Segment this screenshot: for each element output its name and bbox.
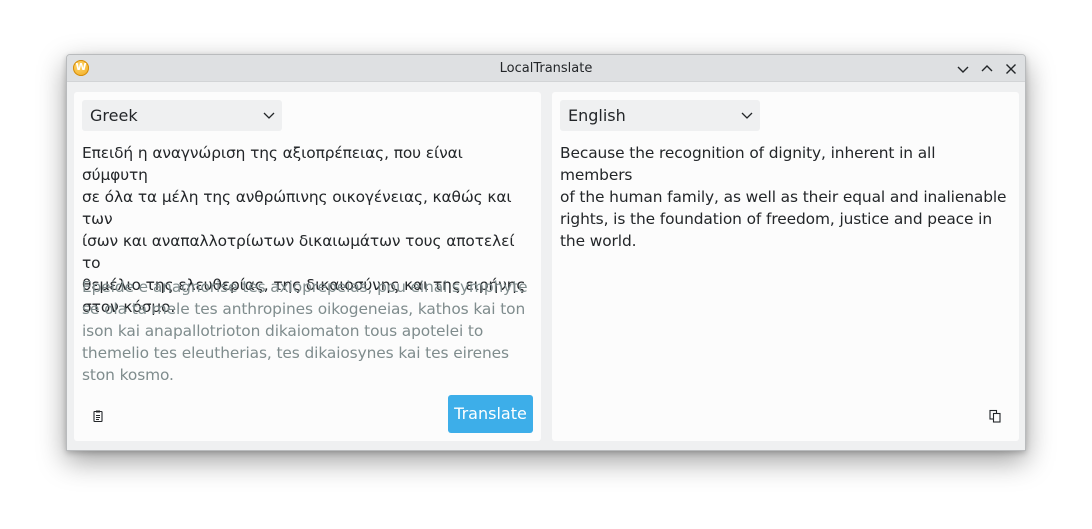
target-panel: English Because the recognition of digni… [552,92,1019,441]
clipboard-icon [93,410,103,423]
app-window: LocalTranslate W Greek Επειδή η αναγνώρι… [66,54,1026,451]
window-title: LocalTranslate [499,61,593,76]
paste-button[interactable] [84,402,112,430]
close-icon [1006,64,1016,74]
target-language-select[interactable]: English [560,100,760,131]
transliteration-text: Epeide e anagnorise tes axioprepeias, po… [82,278,528,384]
copy-button[interactable] [981,402,1009,430]
source-language-select[interactable]: Greek [82,100,282,131]
copy-icon [989,409,1001,423]
source-panel: Greek Επειδή η αναγνώριση της αξιοπρέπει… [74,92,541,441]
source-language-label: Greek [90,106,138,125]
chevron-down-icon [263,112,275,119]
close-button[interactable] [1002,60,1020,78]
translate-button[interactable]: Translate [448,395,533,433]
chevron-down-icon [741,112,753,119]
app-icon[interactable]: W [73,60,89,76]
translated-text[interactable]: Because the recognition of dignity, inhe… [560,142,1009,252]
target-language-label: English [568,106,626,125]
maximize-icon [981,65,993,72]
minimize-button[interactable] [954,60,972,78]
maximize-button[interactable] [978,60,996,78]
minimize-icon [957,66,969,73]
title-bar[interactable]: LocalTranslate W [67,55,1025,82]
